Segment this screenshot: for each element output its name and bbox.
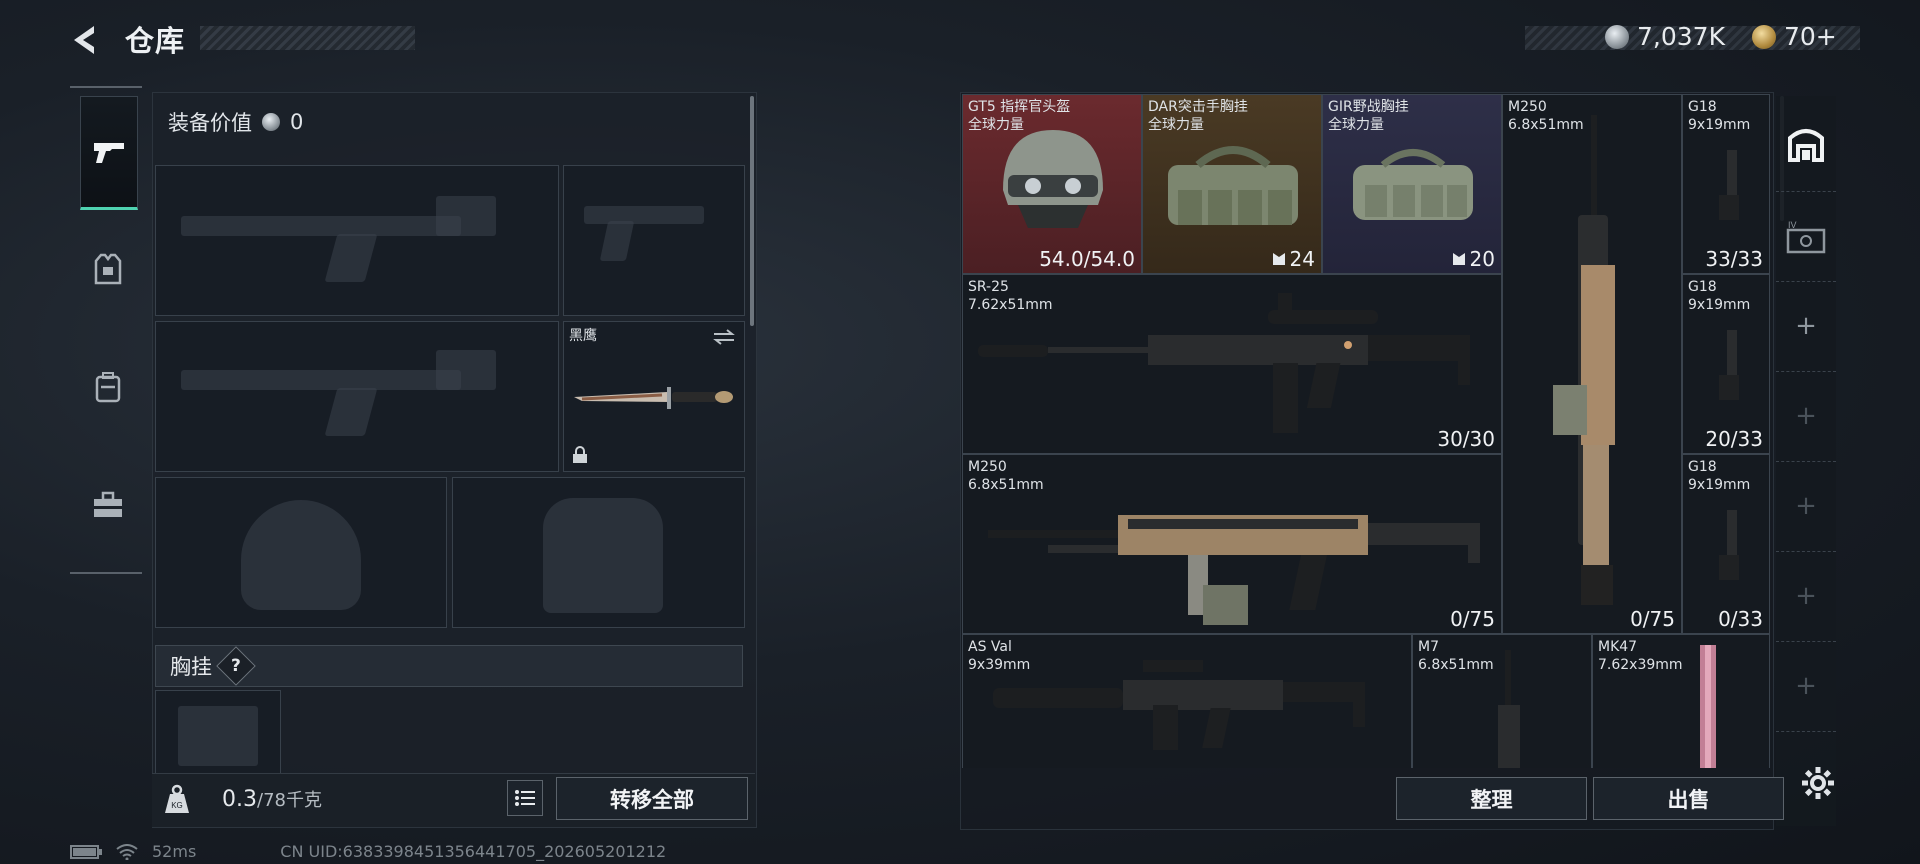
rifle-icon xyxy=(1700,645,1716,768)
stash-item-m7[interactable]: M7 6.8x51mm xyxy=(1412,634,1592,768)
melee-name: 黑鹰 xyxy=(569,328,597,344)
sort-button[interactable]: 整理 xyxy=(1396,777,1587,820)
helmet-icon xyxy=(1003,130,1103,228)
rifle-icon xyxy=(1498,650,1520,768)
tab-toolbox[interactable] xyxy=(80,450,136,560)
back-arrow-icon[interactable] xyxy=(66,20,106,60)
chest-rig-header: 胸挂 ? xyxy=(155,645,743,687)
weight-max: /78千克 xyxy=(257,790,322,811)
loadout-scrollbar[interactable] xyxy=(750,96,754,326)
chest-rig-icon xyxy=(1353,149,1473,220)
machine-gun-icon xyxy=(988,515,1480,625)
plus-icon: + xyxy=(1795,311,1817,341)
sell-button[interactable]: 出售 xyxy=(1593,777,1784,820)
secondary-weapon-slot[interactable] xyxy=(155,321,559,472)
tab-armor[interactable] xyxy=(80,214,136,324)
silver-currency[interactable]: 7,037K xyxy=(1605,22,1725,51)
add-stash-page-button[interactable]: + xyxy=(1776,641,1836,732)
plus-icon: + xyxy=(1795,491,1817,521)
stash-page-2[interactable]: IV xyxy=(1776,191,1836,282)
vest-icon xyxy=(94,253,122,285)
capacity: 24 xyxy=(1289,247,1315,271)
uid-text: CN UID:6383398451356441705_202605201212 xyxy=(280,842,667,861)
add-stash-page-button[interactable]: + xyxy=(1776,371,1836,462)
stash-page-main[interactable] xyxy=(1776,96,1836,192)
stash-item-dar-rig[interactable]: DAR突击手胸挂 全球力量 24 xyxy=(1142,94,1322,274)
svg-text:IV: IV xyxy=(1788,220,1797,230)
list-icon xyxy=(515,790,535,806)
plus-icon: + xyxy=(1795,671,1817,701)
weight-current: 0.3 xyxy=(222,787,257,812)
list-view-button[interactable] xyxy=(507,780,543,816)
capacity: 20 xyxy=(1469,247,1495,271)
swap-icon[interactable] xyxy=(712,328,736,346)
knife-icon xyxy=(574,387,733,409)
chest-rig-slot[interactable] xyxy=(155,690,281,774)
helmet-slot[interactable] xyxy=(155,477,447,628)
gold-currency[interactable]: 70+ xyxy=(1752,22,1837,51)
add-stash-page-button[interactable]: + xyxy=(1776,281,1836,372)
silver-amount: 7,037K xyxy=(1637,22,1725,51)
stash-grid: GT5 指挥官头盔 全球力量 54.0/54.0 DAR突击手胸挂 全球力量 24 … xyxy=(962,94,1770,768)
ping-text: 52ms xyxy=(152,842,197,861)
tab-weapons[interactable] xyxy=(80,96,138,210)
stash-item-sr25[interactable]: SR-25 7.62x51mm 30/30 xyxy=(962,274,1502,454)
pistol-icon xyxy=(1719,510,1739,580)
stash-item-g18[interactable]: G18 9x19mm 20/33 xyxy=(1682,274,1770,454)
chest-rig-label: 胸挂 xyxy=(170,655,212,679)
chest-rig-icon xyxy=(1168,146,1298,225)
equipment-value-label: 装备价值 xyxy=(168,111,252,135)
stash-item-gir-rig[interactable]: GIR野战胸挂 全球力量 20 xyxy=(1322,94,1502,274)
gold-amount: 70+ xyxy=(1784,22,1837,51)
silver-coin-icon xyxy=(262,113,280,131)
add-stash-page-button[interactable]: + xyxy=(1776,551,1836,642)
stash-item-g18[interactable]: G18 9x19mm 0/33 xyxy=(1682,454,1770,634)
svg-text:KG: KG xyxy=(171,801,183,810)
status-bar: 52ms CN UID:6383398451356441705_20260520… xyxy=(70,842,666,861)
gold-coin-icon xyxy=(1752,24,1776,49)
help-icon[interactable]: ? xyxy=(216,646,256,686)
stash-item-helmet[interactable]: GT5 指挥官头盔 全球力量 54.0/54.0 xyxy=(962,94,1142,274)
armor-level-icon xyxy=(1272,253,1285,265)
armor-level-icon xyxy=(1452,253,1465,265)
machine-gun-icon xyxy=(1553,115,1615,605)
category-tabs xyxy=(70,86,142,574)
page-title: 仓库 xyxy=(125,24,186,58)
add-stash-page-button[interactable]: + xyxy=(1776,461,1836,552)
safe-case-icon: IV xyxy=(1786,220,1826,254)
battery-icon xyxy=(70,844,102,859)
carry-weight: 0.3/78千克 xyxy=(222,786,322,812)
stash-item-g18[interactable]: G18 9x19mm 33/33 xyxy=(1682,94,1770,274)
backpack-icon xyxy=(95,372,121,403)
wifi-icon xyxy=(116,843,138,860)
weight-icon: KG xyxy=(165,784,189,813)
warehouse-icon xyxy=(1788,128,1824,162)
lock-icon xyxy=(573,446,587,463)
silver-coin-icon xyxy=(1605,24,1629,49)
title-decoration xyxy=(200,26,415,50)
rifle-icon xyxy=(978,293,1470,433)
melee-slot[interactable]: 黑鹰 xyxy=(563,321,745,472)
body-armor-slot[interactable] xyxy=(452,477,745,628)
stash-item-as-val[interactable]: AS Val 9x39mm xyxy=(962,634,1412,768)
equipment-value-amount: 0 xyxy=(290,110,304,134)
transfer-all-button[interactable]: 转移全部 xyxy=(556,777,748,820)
stash-item-m250-vertical[interactable]: M250 6.8x51mm 0/75 xyxy=(1502,94,1682,634)
primary-weapon-slot[interactable] xyxy=(155,165,559,316)
toolbox-icon xyxy=(94,491,122,517)
plus-icon: + xyxy=(1795,581,1817,611)
pistol-icon xyxy=(1719,330,1739,400)
durability: 54.0/54.0 xyxy=(1039,247,1135,271)
plus-icon: + xyxy=(1795,401,1817,431)
rifle-icon xyxy=(993,660,1365,750)
settings-gear-icon[interactable] xyxy=(1800,765,1836,801)
pistol-icon xyxy=(1719,150,1739,220)
stash-item-m250[interactable]: M250 6.8x51mm 0/75 xyxy=(962,454,1502,634)
stash-item-mk47[interactable]: MK47 7.62x39mm xyxy=(1592,634,1770,768)
equipment-value: 装备价值 0 xyxy=(168,107,303,137)
pistol-icon xyxy=(94,143,124,163)
tab-backpack[interactable] xyxy=(80,332,136,442)
stash-sidebar: IV + + + + + xyxy=(1776,96,1836,826)
sidearm-slot[interactable] xyxy=(563,165,745,316)
